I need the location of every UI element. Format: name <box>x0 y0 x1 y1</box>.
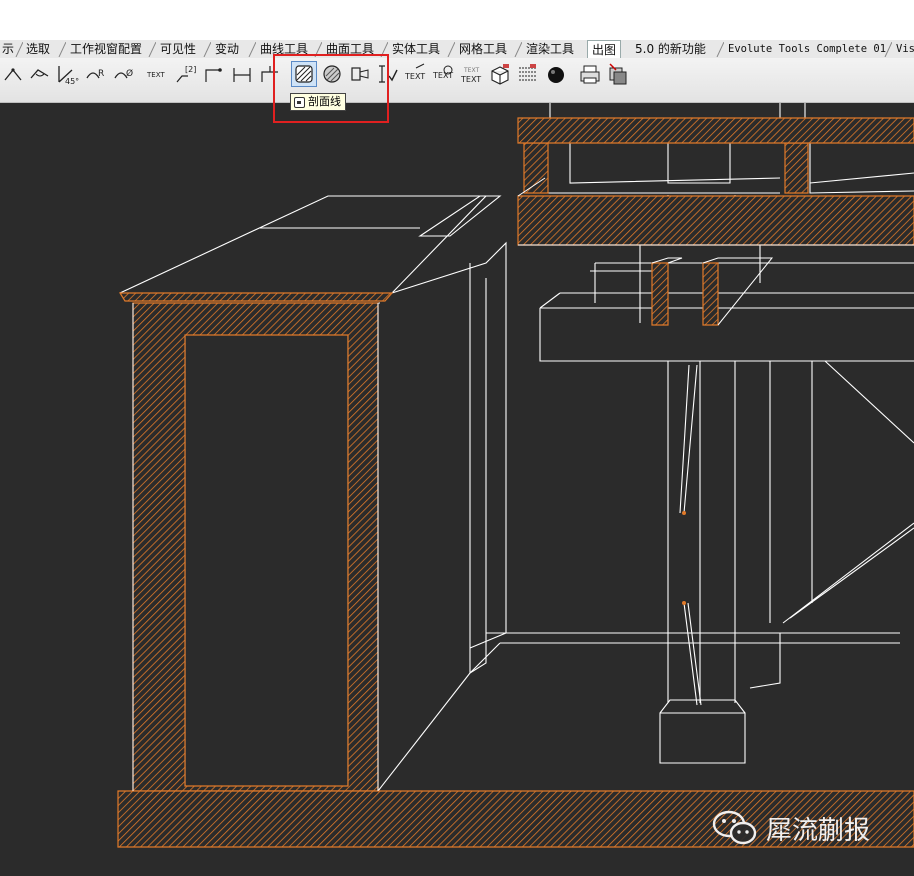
tab-separator <box>884 42 892 57</box>
text-style-label-large: TEXT <box>460 75 481 84</box>
text-object-label: TEXT <box>432 71 453 80</box>
leader-label-text: [2] <box>185 65 196 74</box>
tab-select[interactable]: 选取 <box>22 40 54 58</box>
text-style-label-small: TEXT <box>463 67 479 74</box>
3d-viewport[interactable] <box>0 103 914 876</box>
tab-separator <box>514 42 522 57</box>
watermark-text: 犀流蒯报 <box>766 815 871 846</box>
text-block-label: TEXT <box>146 71 165 79</box>
table-icon[interactable] <box>516 62 540 86</box>
watermark: 犀流蒯报 <box>712 808 870 848</box>
hatch-highlight-frame <box>273 54 389 123</box>
tab-vis[interactable]: Vis <box>892 40 914 58</box>
tab-drafting[interactable]: 出图 <box>587 40 622 58</box>
svg-text:Ø: Ø <box>126 68 133 79</box>
render-ball-icon[interactable] <box>544 62 568 86</box>
hatch-tooltip: 剖面线 <box>290 93 346 111</box>
make-2d-icon[interactable] <box>488 62 512 86</box>
tab-viewport-layout[interactable]: 工作视窗配置 <box>66 40 146 58</box>
svg-text:R: R <box>98 69 104 79</box>
tab-separator <box>58 42 66 57</box>
tab-evolute-tools[interactable]: Evolute Tools Complete 01 <box>724 40 890 58</box>
radius-dimension-icon[interactable]: R <box>84 62 108 86</box>
tab-mesh-tools[interactable]: 网格工具 <box>455 40 511 58</box>
tab-solid-tools[interactable]: 实体工具 <box>388 40 444 58</box>
tooltip-label: 剖面线 <box>308 95 341 108</box>
text-edit-icon[interactable]: TEXT <box>404 62 428 86</box>
tab-separator <box>248 42 256 57</box>
wechat-icon <box>712 810 757 845</box>
text-edit-label: TEXT <box>404 72 425 81</box>
toolbar-tab-strip: 示 选取 工作视窗配置 可见性 变动 曲线工具 曲面工具 实体工具 网格工具 渲… <box>0 40 914 58</box>
hanger-right-section <box>702 262 719 326</box>
app-title-bar <box>0 0 914 41</box>
leader-label-icon[interactable]: [2] <box>174 62 198 86</box>
hanger-left-section <box>651 262 669 326</box>
cabinet-lid-section <box>118 292 394 302</box>
upper-beam-section <box>517 195 914 246</box>
diameter-dimension-icon[interactable]: Ø <box>112 62 136 86</box>
angle-dimension-icon[interactable] <box>28 62 52 86</box>
tab-separator <box>716 42 724 57</box>
leader-icon[interactable] <box>202 62 226 86</box>
tab-visibility[interactable]: 可见性 <box>156 40 200 58</box>
tab-render-tools[interactable]: 渲染工具 <box>522 40 578 58</box>
tab-separator <box>203 42 211 57</box>
angle-45-dimension-icon[interactable]: 45° <box>56 62 80 86</box>
tab-separator <box>447 42 455 57</box>
text-object-icon[interactable]: TEXT <box>432 62 456 86</box>
print-icon[interactable] <box>578 62 602 86</box>
tab-separator <box>148 42 156 57</box>
upper-right-post-section <box>784 142 809 194</box>
layout-manager-icon[interactable] <box>606 62 630 86</box>
mouse-button-icon <box>294 96 305 108</box>
angular-dimension-icon[interactable] <box>2 62 26 86</box>
tab-whats-new[interactable]: 5.0 的新功能 <box>631 40 710 58</box>
top-rail-section <box>517 117 914 144</box>
drafting-toolbar: 45° R Ø TEXT [2] TEXT TEXT TEXT TEXT <box>0 58 914 103</box>
tab-separator <box>15 42 23 57</box>
angle-45-label: 45° <box>65 77 79 86</box>
text-style-icon[interactable]: TEXTTEXT <box>460 62 484 86</box>
upper-left-post-section <box>523 142 549 194</box>
text-block-icon[interactable]: TEXT <box>145 62 169 86</box>
tab-transform[interactable]: 变动 <box>211 40 243 58</box>
linear-dimension-icon[interactable] <box>230 62 254 86</box>
